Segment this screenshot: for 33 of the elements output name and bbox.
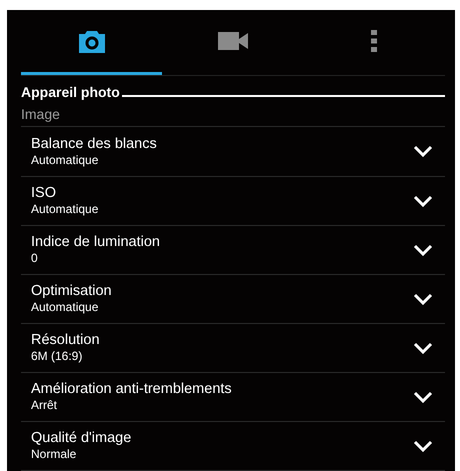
setting-title: Optimisation xyxy=(31,282,113,300)
setting-title: Balance des blancs xyxy=(31,134,158,153)
chevron-down-icon xyxy=(413,244,433,256)
setting-value: Normale xyxy=(31,447,78,462)
chevron-down-icon xyxy=(413,194,433,207)
chevron-down-icon xyxy=(413,145,433,158)
group-label: Image xyxy=(21,100,445,128)
chevron-down-icon xyxy=(413,342,433,354)
more-icon xyxy=(371,30,378,52)
setting-row[interactable]: Optimisation Automatique xyxy=(21,274,445,324)
setting-row[interactable]: Indice de lumination 0 xyxy=(21,226,445,275)
setting-title: Amélioration anti-tremblements xyxy=(31,380,233,398)
setting-value: 6M (16:9) xyxy=(31,349,84,364)
setting-row[interactable]: Amélioration anti-tremblements Arrêt xyxy=(21,372,445,422)
video-camera-icon xyxy=(218,32,248,50)
setting-value: Automatique xyxy=(31,202,100,218)
setting-title: Résolution xyxy=(31,331,101,350)
section-title: Appareil photo xyxy=(21,84,120,100)
setting-row[interactable]: ISO Automatique xyxy=(21,176,445,226)
setting-value: Automatique xyxy=(31,152,100,168)
setting-value: 0 xyxy=(31,251,39,266)
setting-title: ISO xyxy=(31,184,57,202)
setting-title: Indice de lumination xyxy=(31,233,161,252)
chevron-down-icon xyxy=(413,390,433,403)
setting-row[interactable]: Résolution 6M (16:9) xyxy=(21,324,445,373)
setting-value: Automatique xyxy=(31,300,100,316)
setting-value: Arrêt xyxy=(31,398,58,414)
setting-row[interactable]: Qualité d'image Normale xyxy=(21,422,445,471)
setting-row[interactable]: Balance des blancs Automatique xyxy=(21,127,445,177)
setting-title: Qualité d'image xyxy=(31,429,132,448)
camera-icon xyxy=(76,29,107,54)
chevron-down-icon xyxy=(413,440,433,452)
chevron-down-icon xyxy=(413,292,433,305)
